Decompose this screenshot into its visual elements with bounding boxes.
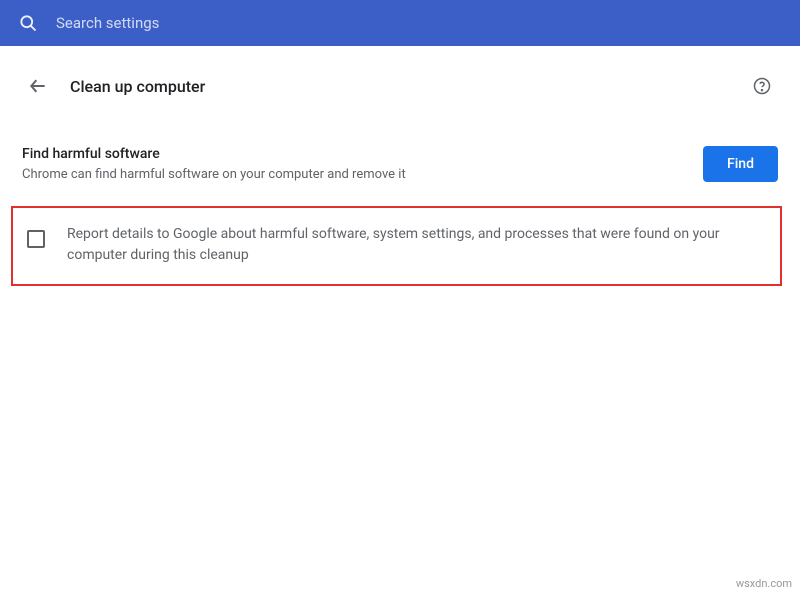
watermark: wsxdn.com (736, 577, 792, 590)
find-harmful-subtitle: Chrome can find harmful software on your… (22, 167, 683, 182)
help-icon (752, 76, 772, 96)
report-checkbox-label: Report details to Google about harmful s… (67, 224, 762, 266)
find-harmful-title: Find harmful software (22, 146, 683, 162)
search-icon[interactable] (16, 11, 40, 35)
help-button[interactable] (744, 68, 780, 104)
content-area: Find harmful software Chrome can find ha… (0, 108, 800, 286)
search-input[interactable] (56, 14, 356, 32)
report-option-highlight: Report details to Google about harmful s… (11, 206, 782, 286)
page-header: Clean up computer (0, 46, 800, 108)
find-harmful-text: Find harmful software Chrome can find ha… (22, 146, 683, 182)
search-bar (0, 0, 800, 46)
find-button[interactable]: Find (703, 146, 778, 182)
report-checkbox[interactable] (27, 230, 45, 248)
find-harmful-row: Find harmful software Chrome can find ha… (22, 146, 778, 182)
page-title: Clean up computer (70, 77, 744, 96)
back-button[interactable] (20, 68, 56, 104)
arrow-left-icon (28, 76, 48, 96)
